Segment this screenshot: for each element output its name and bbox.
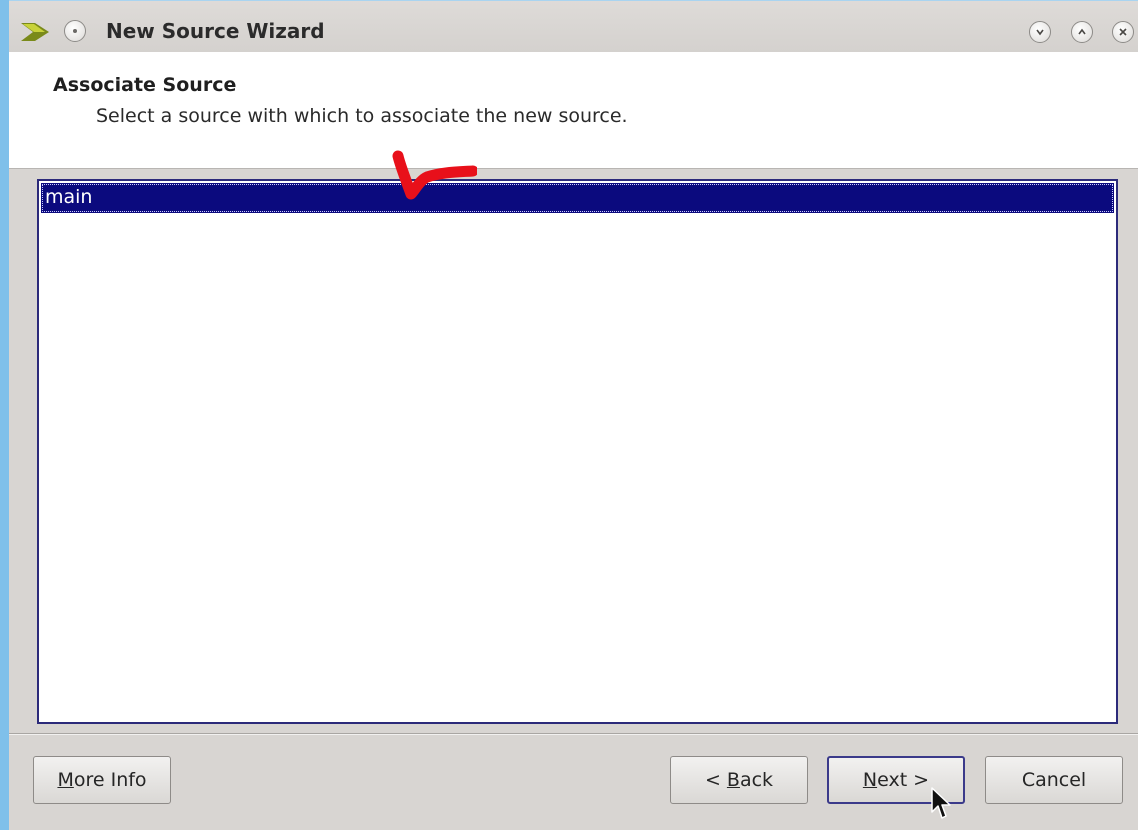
- app-logo-icon: [21, 23, 51, 45]
- wizard-window: New Source Wizard Associate Source Selec…: [0, 0, 1138, 830]
- back-prefix: <: [704, 769, 727, 791]
- source-listbox[interactable]: main: [37, 179, 1118, 724]
- page-title: Associate Source: [53, 74, 237, 96]
- back-mnemonic: B: [726, 769, 740, 791]
- more-info-mnemonic: M: [57, 769, 74, 791]
- chevron-down-icon[interactable]: [1029, 21, 1051, 43]
- back-button[interactable]: < Back: [670, 756, 808, 804]
- title-bar[interactable]: New Source Wizard: [9, 0, 1138, 53]
- button-separator: [9, 733, 1138, 735]
- more-info-button[interactable]: More Info: [33, 756, 171, 804]
- back-label: ack: [739, 769, 774, 791]
- window-menu-icon[interactable]: [64, 20, 86, 42]
- mouse-pointer-icon: [931, 787, 951, 819]
- cancel-label: Cancel: [1021, 769, 1087, 791]
- chevron-up-icon[interactable]: [1071, 21, 1093, 43]
- next-mnemonic: N: [862, 769, 878, 791]
- more-info-label: ore Info: [73, 769, 147, 791]
- page-subtitle: Select a source with which to associate …: [96, 105, 628, 127]
- next-label: ext >: [877, 769, 930, 791]
- list-item-main[interactable]: main: [41, 183, 1114, 213]
- red-checkmark-annotation: [392, 150, 477, 200]
- close-icon[interactable]: [1112, 21, 1134, 43]
- cancel-button[interactable]: Cancel: [985, 756, 1123, 804]
- wizard-header: Associate Source Select a source with wh…: [9, 52, 1138, 169]
- window-title: New Source Wizard: [106, 19, 325, 43]
